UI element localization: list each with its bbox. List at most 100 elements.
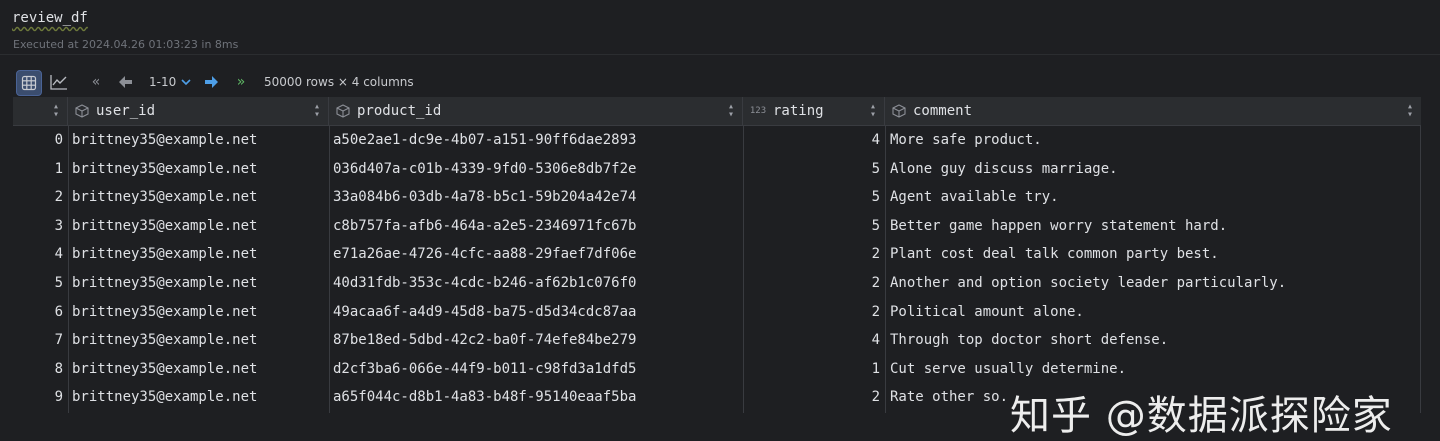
cell-user-id[interactable]: brittney35@example.net bbox=[72, 212, 327, 241]
cell-product-id[interactable]: 49acaa6f-a4d9-45d8-ba75-d5d34cdc87aa bbox=[333, 298, 741, 327]
cell-rating[interactable]: 1 bbox=[747, 355, 880, 384]
cell-comment[interactable]: Through top doctor short defense. bbox=[890, 326, 1418, 355]
sort-icon[interactable]: ▴ ▾ bbox=[870, 102, 876, 120]
column-name: rating bbox=[773, 103, 824, 119]
page-range[interactable]: 1-10 bbox=[149, 75, 176, 89]
cell-comment[interactable]: Another and option society leader partic… bbox=[890, 269, 1418, 298]
cell-rating[interactable]: 2 bbox=[747, 240, 880, 269]
sort-icon[interactable]: ▴ ▾ bbox=[314, 102, 320, 120]
cell-rating[interactable]: 4 bbox=[747, 326, 880, 355]
cell-user-id[interactable]: brittney35@example.net bbox=[72, 326, 327, 355]
line-chart-icon bbox=[50, 75, 67, 90]
column-header-index[interactable]: ▴ ▾ bbox=[13, 97, 68, 125]
last-page-button[interactable]: » bbox=[229, 70, 253, 94]
row-index[interactable]: 7 bbox=[13, 326, 63, 355]
row-index[interactable]: 9 bbox=[13, 383, 63, 412]
table-row[interactable]: 3 brittney35@example.net c8b757fa-afb6-464… bbox=[13, 212, 1421, 241]
cell-rating[interactable]: 5 bbox=[747, 212, 880, 241]
cell-user-id[interactable]: brittney35@example.net bbox=[72, 298, 327, 327]
row-index[interactable]: 5 bbox=[13, 269, 63, 298]
code-line[interactable]: review_df bbox=[12, 10, 88, 26]
sort-icon[interactable]: ▴ ▾ bbox=[728, 102, 734, 120]
column-name: product_id bbox=[357, 103, 442, 119]
cell-product-id[interactable]: 33a084b6-03db-4a78-b5c1-59b204a42e74 bbox=[333, 183, 741, 212]
cell-comment[interactable]: Better game happen worry statement hard. bbox=[890, 212, 1418, 241]
table-row[interactable]: 6 brittney35@example.net 49acaa6f-a4d9-45d… bbox=[13, 298, 1421, 327]
watermark: 知乎 @数据派探险家 bbox=[1010, 393, 1393, 439]
cell-header: review_df Executed at 2024.04.26 01:03:2… bbox=[0, 0, 1440, 54]
cell-user-id[interactable]: brittney35@example.net bbox=[72, 269, 327, 298]
arrow-right-icon bbox=[205, 76, 218, 88]
cell-product-id[interactable]: 036d407a-c01b-4339-9fd0-5306e8db7f2e bbox=[333, 155, 741, 184]
row-index[interactable]: 6 bbox=[13, 298, 63, 327]
table-header: ▴ ▾ user_id ▴ ▾ product_id ▴ ▾ 123 rating ▴… bbox=[13, 97, 1421, 126]
column-header-rating[interactable]: 123 rating ▴ ▾ bbox=[743, 97, 885, 125]
table-grid-icon bbox=[21, 75, 37, 91]
row-index[interactable]: 3 bbox=[13, 212, 63, 241]
next-page-button[interactable] bbox=[199, 70, 223, 94]
column-header-user-id[interactable]: user_id ▴ ▾ bbox=[68, 97, 329, 125]
table-row[interactable]: 0 brittney35@example.net a50e2ae1-dc9e-4b0… bbox=[13, 126, 1421, 155]
column-header-product-id[interactable]: product_id ▴ ▾ bbox=[329, 97, 743, 125]
cell-rating[interactable]: 5 bbox=[747, 155, 880, 184]
table-row[interactable]: 2 brittney35@example.net 33a084b6-03db-4a7… bbox=[13, 183, 1421, 212]
row-index[interactable]: 4 bbox=[13, 240, 63, 269]
cell-comment[interactable]: Cut serve usually determine. bbox=[890, 355, 1418, 384]
table-row[interactable]: 7 brittney35@example.net 87be18ed-5dbd-42c… bbox=[13, 326, 1421, 355]
arrow-left-icon bbox=[119, 76, 132, 88]
sort-icon[interactable]: ▴ ▾ bbox=[53, 102, 59, 120]
numeric-123-icon: 123 bbox=[749, 106, 767, 116]
cell-user-id[interactable]: brittney35@example.net bbox=[72, 183, 327, 212]
cell-comment[interactable]: Alone guy discuss marriage. bbox=[890, 155, 1418, 184]
table-row[interactable]: 1 brittney35@example.net 036d407a-c01b-433… bbox=[13, 155, 1421, 184]
sort-icon[interactable]: ▴ ▾ bbox=[1407, 102, 1413, 120]
output-area: « 1-10 » 50000 rows × 4 columns ▴ ▾ user… bbox=[0, 54, 1440, 439]
chevron-down-icon bbox=[181, 79, 191, 86]
cell-user-id[interactable]: brittney35@example.net bbox=[72, 240, 327, 269]
cell-comment[interactable]: Political amount alone. bbox=[890, 298, 1418, 327]
cell-product-id[interactable]: e71a26ae-4726-4cfc-aa88-29faef7df06e bbox=[333, 240, 741, 269]
row-index[interactable]: 0 bbox=[13, 126, 63, 155]
cube-icon bbox=[891, 103, 907, 119]
prev-page-button[interactable] bbox=[114, 70, 138, 94]
rows-columns-info: 50000 rows × 4 columns bbox=[264, 75, 414, 89]
cell-user-id[interactable]: brittney35@example.net bbox=[72, 383, 327, 412]
page-range-dropdown[interactable] bbox=[174, 70, 198, 94]
cell-rating[interactable]: 2 bbox=[747, 269, 880, 298]
cell-rating[interactable]: 5 bbox=[747, 183, 880, 212]
cell-comment[interactable]: More safe product. bbox=[890, 126, 1418, 155]
cell-comment[interactable]: Agent available try. bbox=[890, 183, 1418, 212]
cell-user-id[interactable]: brittney35@example.net bbox=[72, 355, 327, 384]
table-row[interactable]: 4 brittney35@example.net e71a26ae-4726-4cf… bbox=[13, 240, 1421, 269]
first-page-button[interactable]: « bbox=[84, 70, 108, 94]
cell-product-id[interactable]: c8b757fa-afb6-464a-a2e5-2346971fc67b bbox=[333, 212, 741, 241]
row-index[interactable]: 2 bbox=[13, 183, 63, 212]
double-chevron-left-icon: « bbox=[91, 74, 101, 90]
data-table: ▴ ▾ user_id ▴ ▾ product_id ▴ ▾ 123 rating ▴… bbox=[13, 97, 1421, 413]
row-index[interactable]: 8 bbox=[13, 355, 63, 384]
row-index[interactable]: 1 bbox=[13, 155, 63, 184]
cube-icon bbox=[335, 103, 351, 119]
chart-view-button[interactable] bbox=[47, 70, 71, 94]
cell-product-id[interactable]: d2cf3ba6-066e-44f9-b011-c98fd3a1dfd5 bbox=[333, 355, 741, 384]
table-view-button[interactable] bbox=[16, 70, 42, 96]
table-toolbar: « 1-10 » 50000 rows × 4 columns bbox=[0, 67, 1440, 97]
cube-icon bbox=[74, 103, 90, 119]
cell-rating[interactable]: 4 bbox=[747, 126, 880, 155]
double-chevron-right-icon: » bbox=[236, 74, 246, 90]
cell-rating[interactable]: 2 bbox=[747, 298, 880, 327]
column-name: comment bbox=[913, 103, 973, 119]
cell-product-id[interactable]: a50e2ae1-dc9e-4b07-a151-90ff6dae2893 bbox=[333, 126, 741, 155]
table-row[interactable]: 8 brittney35@example.net d2cf3ba6-066e-44f… bbox=[13, 355, 1421, 384]
cell-product-id[interactable]: 87be18ed-5dbd-42c2-ba0f-74efe84be279 bbox=[333, 326, 741, 355]
execution-status: Executed at 2024.04.26 01:03:23 in 8ms bbox=[13, 38, 239, 51]
cell-product-id[interactable]: a65f044c-d8b1-4a83-b48f-95140eaaf5ba bbox=[333, 383, 741, 412]
cell-rating[interactable]: 2 bbox=[747, 383, 880, 412]
cell-product-id[interactable]: 40d31fdb-353c-4cdc-b246-af62b1c076f0 bbox=[333, 269, 741, 298]
cell-user-id[interactable]: brittney35@example.net bbox=[72, 126, 327, 155]
cell-user-id[interactable]: brittney35@example.net bbox=[72, 155, 327, 184]
table-row[interactable]: 5 brittney35@example.net 40d31fdb-353c-4cd… bbox=[13, 269, 1421, 298]
column-name: user_id bbox=[96, 103, 156, 119]
cell-comment[interactable]: Plant cost deal talk common party best. bbox=[890, 240, 1418, 269]
column-header-comment[interactable]: comment ▴ ▾ bbox=[885, 97, 1421, 125]
